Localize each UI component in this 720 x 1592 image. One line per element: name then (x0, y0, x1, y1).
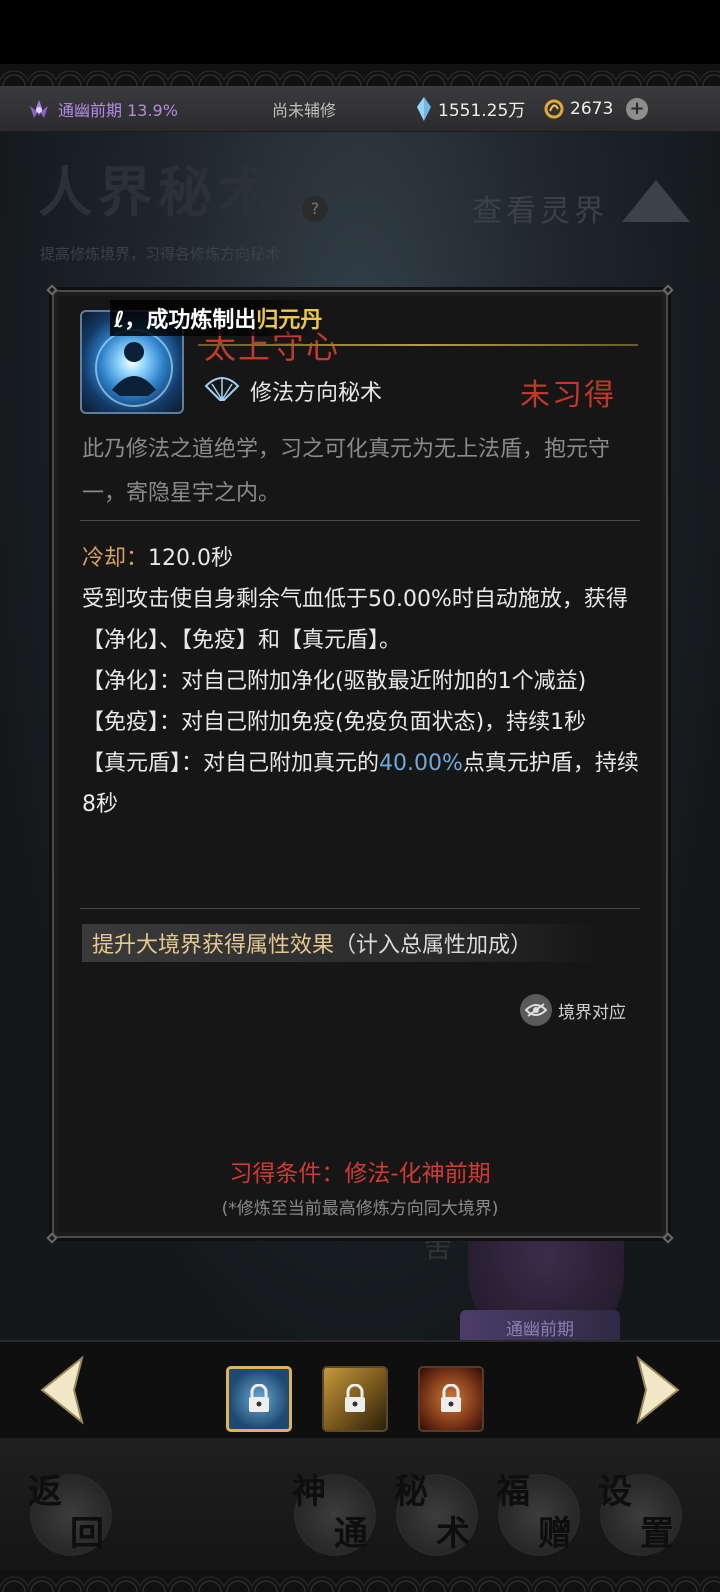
nav-char: 返 (28, 1472, 62, 1512)
skill-slot-1[interactable] (226, 1366, 292, 1432)
learn-status-badge: 未习得 (520, 378, 616, 413)
lock-icon (441, 1384, 461, 1412)
nav-char: 置 (640, 1514, 674, 1554)
previous-arrow-icon[interactable] (34, 1354, 94, 1426)
bottom-wave-border (0, 1570, 720, 1592)
nav-char: 回 (70, 1514, 104, 1554)
divine-ability-button[interactable]: 神 通 (292, 1472, 376, 1556)
lock-icon (249, 1384, 269, 1412)
fan-icon (204, 377, 240, 401)
page-subtitle: 提高修炼境界，习得各修炼方向秘术 (40, 245, 281, 263)
nav-char: 通 (334, 1514, 368, 1554)
status-bar: 通幽前期 13.9% 尚未辅修 1551.25万 2673 + (0, 86, 720, 132)
toast-text: ℓ，成功炼制出 (114, 308, 257, 333)
upgrade-attribute-header: 提升大境界获得属性效果 （计入总属性加成） (82, 924, 602, 962)
upgrade-note: （计入总属性加成） (334, 933, 533, 958)
add-currency-button[interactable]: + (626, 97, 648, 120)
realm-match-toggle[interactable]: 境界对应 (520, 994, 626, 1026)
realm-status[interactable]: 通幽前期 13.9% (26, 97, 178, 121)
toast-item: 归元丹 (256, 308, 323, 333)
effect-immune: 【免疫】：对自己附加免疫(免疫负面状态)，持续1秒 (82, 710, 587, 735)
nav-char: 术 (436, 1514, 470, 1554)
effect-shield: 【真元盾】：对自己附加真元的 (82, 751, 380, 776)
blessing-button[interactable]: 福 赠 (496, 1472, 580, 1556)
realm-match-label: 境界对应 (558, 1002, 626, 1023)
skill-effects: 冷却：120.0秒 受到攻击使自身剩余气血低于50.00%时自动施放，获得【净化… (82, 538, 642, 825)
spirit-stone-icon (417, 96, 431, 121)
coin-value: 2673 (570, 98, 614, 119)
effect-purify: 【净化】：对自己附加净化(驱散最近附加的1个减益) (82, 669, 587, 694)
learn-condition-note: (*修炼至当前最高修炼方向同大境界) (221, 1199, 499, 1219)
settings-button[interactable]: 设 置 (598, 1472, 682, 1556)
effect-trigger: 受到攻击使自身剩余气血低于50.00%时自动施放，获得【净化】、【免疫】和【真元… (82, 587, 628, 653)
top-wave-border (0, 64, 720, 86)
secret-art-button[interactable]: 秘 术 (394, 1472, 478, 1556)
cooldown-label: 冷却： (82, 546, 149, 571)
top-black-band (0, 0, 720, 64)
nav-char: 福 (496, 1472, 530, 1512)
spirit-stone-counter: 1551.25万 (416, 96, 525, 121)
nav-char: 神 (292, 1472, 326, 1512)
coin-icon (544, 99, 564, 118)
coin-counter: 2673 (544, 99, 613, 119)
skill-slot-3[interactable] (418, 1366, 484, 1432)
next-arrow-icon[interactable] (626, 1354, 686, 1426)
view-spirit-realm-button[interactable]: 查看灵界 (472, 186, 608, 230)
craft-toast: ℓ，成功炼制出 归元丹 (110, 300, 323, 336)
skill-slot-2[interactable] (322, 1366, 388, 1432)
lock-icon (345, 1384, 365, 1412)
nav-char: 赠 (538, 1514, 572, 1554)
cooldown-value: 120.0秒 (148, 546, 233, 571)
lotus-icon (30, 99, 48, 118)
back-button[interactable]: 返 回 (28, 1472, 112, 1556)
upgrade-title: 提升大境界获得属性效果 (92, 933, 335, 958)
realm-text: 通幽前期 13.9% (58, 100, 178, 120)
nav-char: 设 (598, 1472, 632, 1512)
spirit-stone-value: 1551.25万 (438, 101, 526, 121)
learn-condition: 习得条件：修法-化神前期 (229, 1161, 491, 1187)
help-icon[interactable]: ? (302, 196, 328, 222)
effect-shield-percent: 40.00% (379, 751, 463, 776)
up-arrow-icon[interactable] (622, 180, 690, 222)
skill-type: 修法方向秘术 (250, 381, 383, 406)
page-title: 人界秘术 (38, 160, 278, 224)
divider (80, 908, 640, 909)
assist-status[interactable]: 尚未辅修 (272, 97, 336, 121)
title-underline (198, 344, 638, 346)
divider (80, 520, 640, 521)
background-realm-label: 通幽前期 (460, 1310, 620, 1344)
eye-icon (520, 994, 552, 1026)
skill-description: 此乃修法之道绝学，习之可化真元为无上法盾，抱元守一，寄隐星宇之内。 (82, 437, 611, 506)
nav-char: 秘 (394, 1472, 428, 1512)
